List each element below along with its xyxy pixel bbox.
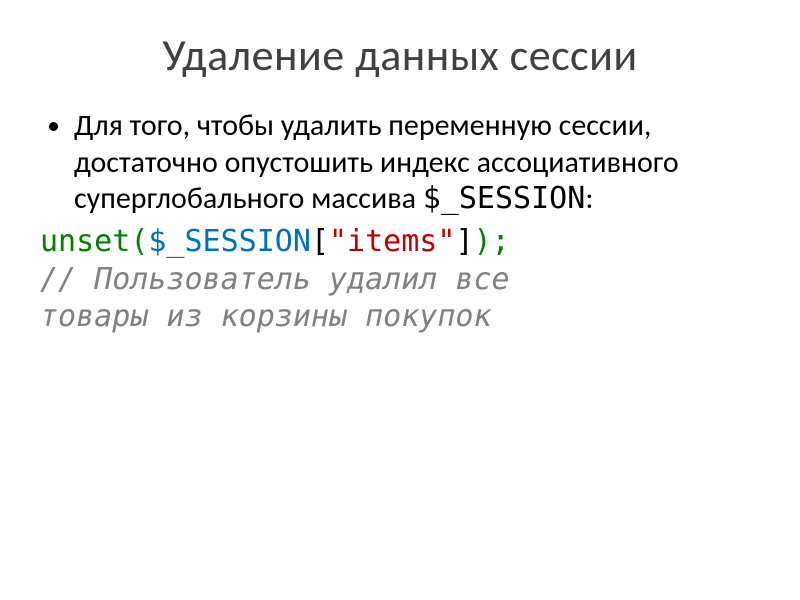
slide-title: Удаление данных сессии xyxy=(40,28,760,82)
slide-body: Для того, чтобы удалить переменную сесси… xyxy=(40,108,760,336)
code-line: unset($_SESSION["items"]); xyxy=(40,224,760,261)
bullet-item: Для того, чтобы удалить переменную сесси… xyxy=(74,108,760,218)
code-lparen: ( xyxy=(130,224,148,259)
code-var: $_SESSION xyxy=(148,224,311,259)
bullet-text-post: : xyxy=(585,180,593,217)
code-rparen: ) xyxy=(474,224,492,259)
code-unset: unset xyxy=(40,224,130,259)
bullet-list: Для того, чтобы удалить переменную сесси… xyxy=(40,108,760,218)
code-semi: ; xyxy=(492,224,510,259)
comment-line-1: // Пользователь удалил все xyxy=(40,262,510,297)
bullet-session-var: $_SESSION xyxy=(423,181,586,216)
code-lbrack: [ xyxy=(311,224,329,259)
code-rbrack: ] xyxy=(455,224,473,259)
comment-line-2: товары из корзины покупок xyxy=(40,299,492,334)
code-string: "items" xyxy=(329,224,455,259)
code-comment: // Пользователь удалил все товары из кор… xyxy=(40,262,760,335)
slide: Удаление данных сессии Для того, чтобы у… xyxy=(0,0,800,600)
